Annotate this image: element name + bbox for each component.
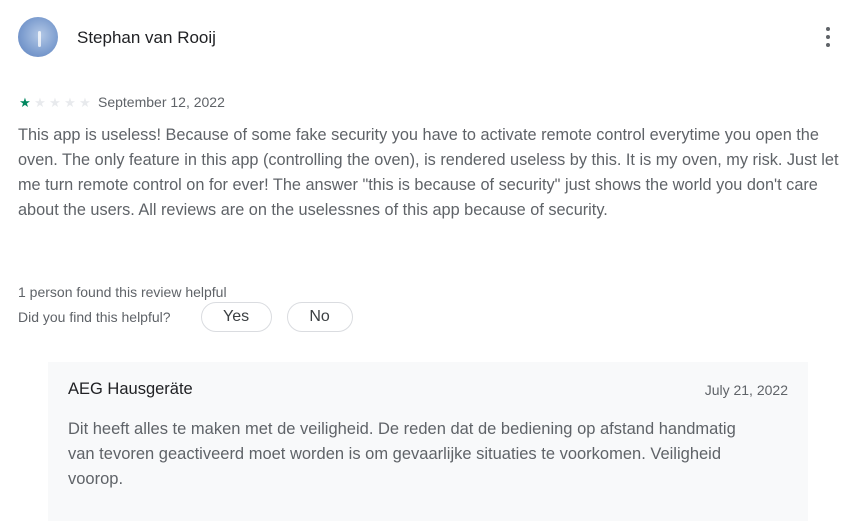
review-header: Stephan van Rooij — [18, 16, 840, 58]
more-dot-bottom — [826, 43, 830, 47]
star-icon: ★ — [34, 94, 46, 110]
more-options-icon[interactable] — [812, 20, 844, 54]
yes-button[interactable]: Yes — [200, 302, 272, 332]
star-rating: ★ ★ ★ ★ ★ — [18, 96, 92, 109]
avatar-figure — [38, 31, 41, 47]
star-icon: ★ — [19, 94, 31, 110]
helpful-feedback: Did you find this helpful? Yes No — [18, 302, 353, 332]
no-button[interactable]: No — [286, 302, 353, 332]
star-icon: ★ — [64, 94, 76, 110]
more-dot-middle — [826, 35, 830, 39]
helpful-question: Did you find this helpful? — [18, 309, 171, 325]
review-text: This app is useless! Because of some fak… — [18, 126, 839, 219]
reviewer-name: Stephan van Rooij — [77, 28, 216, 47]
star-icon: ★ — [79, 94, 91, 110]
developer-reply: AEG Hausgeräte July 21, 2022 Dit heeft a… — [48, 362, 808, 521]
avatar — [18, 17, 58, 57]
review-card: Stephan van Rooij ★ ★ ★ ★ ★ September 12, 20… — [18, 16, 840, 332]
review-meta: ★ ★ ★ ★ ★ September 12, 2022 — [18, 93, 225, 111]
review-date: September 12, 2022 — [98, 94, 225, 110]
reply-date: July 21, 2022 — [704, 382, 788, 398]
helpful-count: 1 person found this review helpful — [18, 284, 227, 300]
more-dot-top — [826, 27, 830, 31]
star-icon: ★ — [49, 94, 61, 110]
developer-name: AEG Hausgeräte — [68, 380, 193, 398]
reply-text: Dit heeft alles te maken met de veilighe… — [68, 420, 736, 488]
